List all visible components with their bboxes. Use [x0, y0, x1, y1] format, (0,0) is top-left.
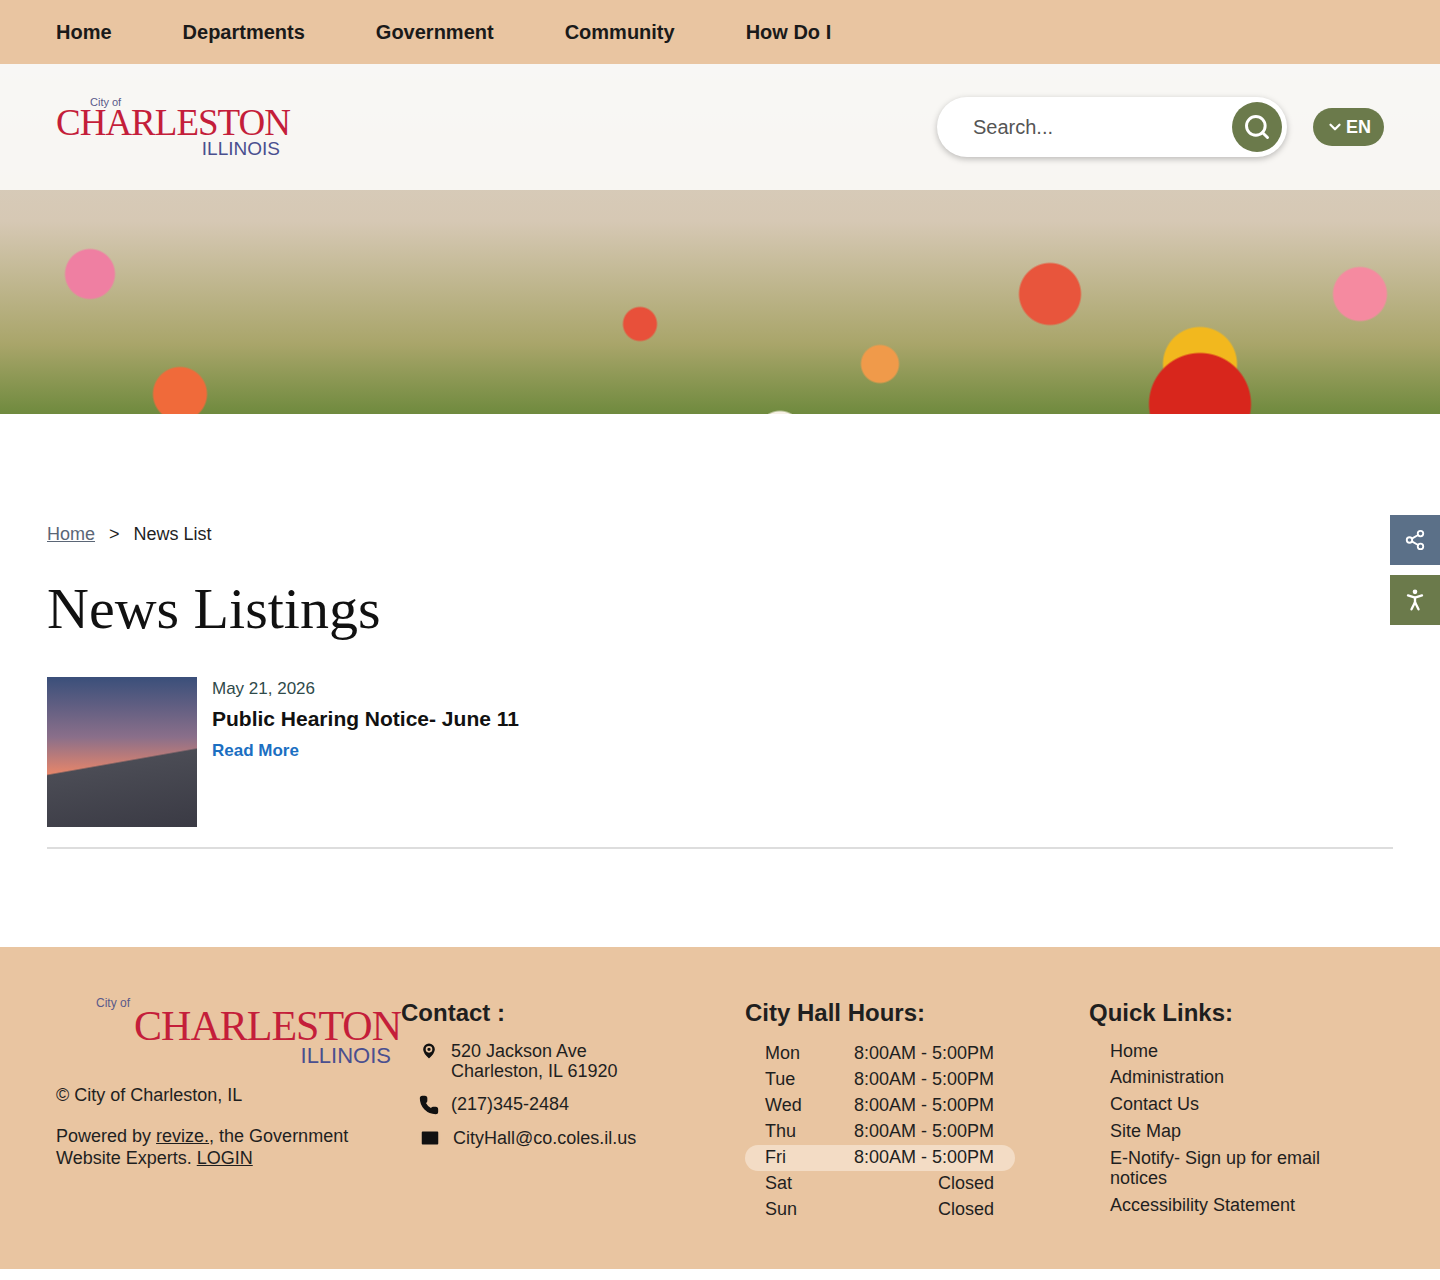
search-button[interactable]	[1232, 102, 1282, 152]
search-input[interactable]	[971, 115, 1232, 140]
quick-link[interactable]: Contact Us	[1089, 1094, 1339, 1115]
share-icon	[1404, 529, 1426, 551]
copyright: © City of Charleston, IL	[56, 1085, 356, 1107]
nav-item[interactable]: Community	[565, 21, 675, 44]
hero-photo: City ofCHARLESTONILLINOIS EN	[0, 64, 1440, 414]
quick-link[interactable]: E-Notify- Sign up for email notices	[1089, 1148, 1339, 1189]
hours-heading: City Hall Hours:	[745, 999, 1089, 1027]
nav-item[interactable]: Government	[376, 21, 494, 44]
hours-row: Mon8:00AM - 5:00PM	[745, 1041, 1015, 1067]
hours-row: Fri8:00AM - 5:00PM	[745, 1145, 1015, 1171]
news-title[interactable]: Public Hearing Notice- June 11	[212, 707, 519, 731]
quick-link[interactable]: Administration	[1089, 1067, 1339, 1088]
accessibility-button[interactable]	[1390, 575, 1440, 625]
page-title: News Listings	[47, 577, 1393, 641]
chevron-down-icon	[1326, 118, 1344, 136]
email[interactable]: CityHall@co.coles.il.us	[401, 1127, 745, 1149]
footer-logo[interactable]: City ofCHARLESTONILLINOIS	[56, 997, 401, 1067]
quick-link[interactable]: Home	[1089, 1041, 1339, 1062]
main-content: Home > News List News Listings May 21, 2026 P…	[0, 414, 1440, 947]
hours-row: Wed8:00AM - 5:00PM	[745, 1093, 1015, 1119]
quick-link[interactable]: Site Map	[1089, 1121, 1339, 1142]
breadcrumb-separator: >	[109, 524, 120, 545]
nav-item[interactable]: How Do I	[746, 21, 832, 44]
site-logo[interactable]: City ofCHARLESTONILLINOIS	[56, 97, 290, 158]
read-more-link[interactable]: Read More	[212, 741, 519, 761]
news-item: May 21, 2026 Public Hearing Notice- June …	[47, 677, 1393, 849]
footer-link[interactable]: revize.	[156, 1126, 209, 1146]
breadcrumb: Home > News List	[47, 524, 1393, 545]
address: 520 Jackson AveCharleston, IL 61920	[401, 1041, 745, 1082]
map-pin-icon	[419, 1041, 439, 1061]
share-button[interactable]	[1390, 515, 1440, 565]
page: Home Departments Government Community How Do…	[0, 0, 1440, 1280]
phone-icon	[419, 1095, 439, 1115]
quick-link[interactable]: Accessibility Statement	[1089, 1195, 1339, 1216]
nav-item[interactable]: Departments	[183, 21, 305, 44]
nav-item[interactable]: Home	[56, 21, 112, 44]
hours-row: Tue8:00AM - 5:00PM	[745, 1067, 1015, 1093]
hours-row: SunClosed	[745, 1197, 1015, 1223]
search-icon	[1243, 113, 1271, 141]
breadcrumb-item: News List	[134, 524, 212, 545]
news-image[interactable]	[47, 677, 197, 827]
footer-link[interactable]: LOGIN	[197, 1148, 253, 1168]
footer: City ofCHARLESTONILLINOIS © City of Charl…	[0, 947, 1440, 1269]
quick-links-heading: Quick Links:	[1089, 999, 1389, 1027]
top-nav: Home Departments Government Community How Do…	[0, 0, 1440, 64]
hours-table: Mon8:00AM - 5:00PMTue8:00AM - 5:00PMWed8…	[745, 1041, 1015, 1223]
hours-row: SatClosed	[745, 1171, 1015, 1197]
search-field	[937, 97, 1287, 157]
language-button[interactable]: EN	[1313, 108, 1384, 146]
powered-by: Powered by revize., the Government Websi…	[56, 1126, 356, 1169]
accessibility-icon	[1401, 586, 1429, 614]
contact-heading: Contact :	[401, 999, 745, 1027]
breadcrumb-item[interactable]: Home	[47, 524, 95, 545]
news-date: May 21, 2026	[212, 679, 519, 699]
phone[interactable]: (217)345-2484	[401, 1094, 745, 1115]
hours-row: Thu8:00AM - 5:00PM	[745, 1119, 1015, 1145]
mail-icon	[419, 1127, 441, 1149]
site-header: City ofCHARLESTONILLINOIS EN	[0, 64, 1440, 190]
